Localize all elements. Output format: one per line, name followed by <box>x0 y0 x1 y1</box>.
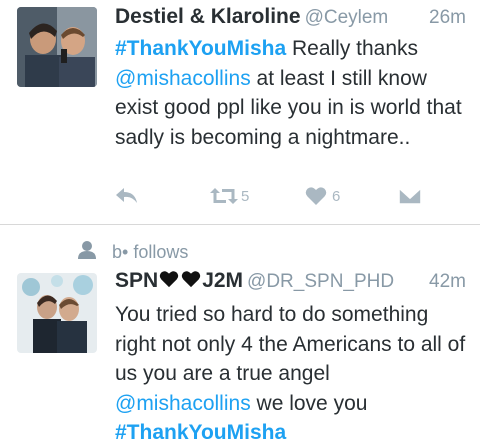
user-handle[interactable]: @DR_SPN_PHD <box>247 271 394 292</box>
tweet-text-segment: You tried so hard to do something right … <box>115 303 466 385</box>
tweet-card[interactable]: Destiel & Klaroline @Ceylem 26m #ThankYou… <box>0 0 480 224</box>
avatar[interactable] <box>17 7 97 87</box>
black-heart-icon <box>181 271 201 288</box>
reply-button[interactable] <box>115 183 139 209</box>
retweet-icon <box>209 186 239 206</box>
like-button[interactable]: 6 <box>305 183 340 209</box>
retweet-button[interactable]: 5 <box>209 183 249 209</box>
tweet-text: You tried so hard to do something right … <box>115 300 466 448</box>
hashtag-link[interactable]: #ThankYouMisha <box>115 421 286 444</box>
tweet-actions: 5 6 <box>115 183 445 209</box>
social-context-text: b• follows <box>112 241 189 262</box>
timestamp: 26m <box>429 7 466 28</box>
display-name-prefix: SPN <box>115 269 159 292</box>
hashtag-link[interactable]: #ThankYouMisha <box>115 37 286 60</box>
tweet-text: #ThankYouMisha Really thanks @mishacolli… <box>115 34 466 152</box>
black-heart-icon <box>159 271 179 288</box>
direct-message-button[interactable] <box>398 183 422 209</box>
social-context: b• follows <box>78 240 188 264</box>
display-name[interactable]: Destiel & Klaroline <box>115 5 301 28</box>
envelope-icon <box>398 186 422 206</box>
tweet-header: Destiel & Klaroline @Ceylem 26m <box>115 5 466 35</box>
like-count: 6 <box>332 187 341 205</box>
retweet-count: 5 <box>241 187 250 205</box>
timestamp: 42m <box>429 271 466 292</box>
heart-icon <box>305 186 327 206</box>
mention-link[interactable]: @mishacollins <box>115 67 251 90</box>
tweet-card[interactable]: b• follows SPN J2M @DR_SPN_PHD 42m You tri… <box>0 225 480 444</box>
mention-link[interactable]: @mishacollins <box>115 392 251 415</box>
tweet-text-segment: we love you <box>250 391 368 415</box>
tweet-header: SPN J2M @DR_SPN_PHD 42m <box>115 269 466 299</box>
tweet-text-segment: Really thanks <box>286 37 419 60</box>
user-handle[interactable]: @Ceylem <box>305 7 389 28</box>
person-icon <box>78 240 96 265</box>
reply-icon <box>115 186 139 206</box>
avatar[interactable] <box>17 273 97 353</box>
display-name-suffix: J2M <box>202 269 244 292</box>
display-name[interactable]: SPN J2M <box>115 269 243 292</box>
